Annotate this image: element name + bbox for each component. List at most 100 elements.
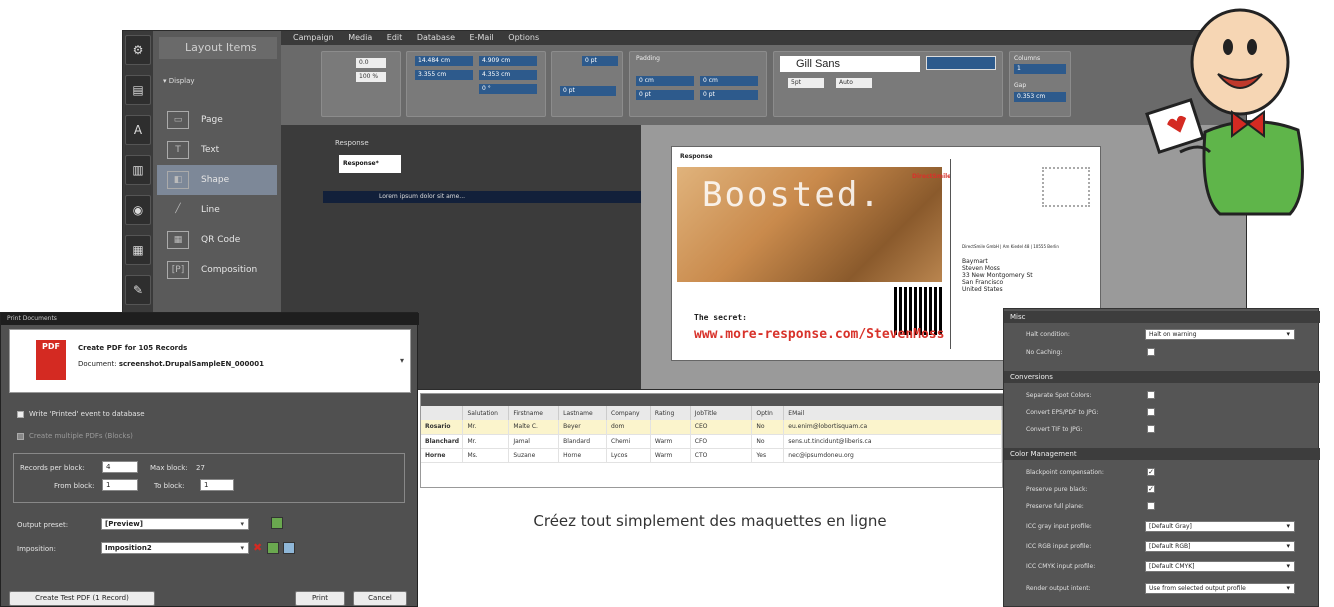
full-planes-label: Preserve full plane: [1026, 503, 1084, 510]
bpc-checkbox[interactable]: ✓ [1147, 468, 1155, 476]
media-tab[interactable]: ▤ [125, 75, 151, 105]
eps-pdf-checkbox[interactable] [1147, 408, 1155, 416]
tree-response-node[interactable]: Response* [339, 155, 401, 173]
rgb-profile-select[interactable]: [Default RGB] [1145, 541, 1295, 552]
card-brand: DirectSmile [912, 173, 952, 180]
chevron-down-icon[interactable]: ▾ [400, 356, 404, 365]
data-tab[interactable]: ▥ [125, 155, 151, 185]
gray-profile-select[interactable]: [Default Gray] [1145, 521, 1295, 532]
output-preset-select[interactable]: [Preview] [101, 518, 249, 530]
export-tab[interactable]: ▦ [125, 235, 151, 265]
table-row[interactable]: Blanchard Mr. Jamal Blandard Chemi Warm CFO No s… [421, 434, 1002, 449]
cancel-button[interactable]: Cancel [353, 591, 407, 606]
height-field[interactable]: 4.353 cm [479, 70, 537, 80]
layout-tab[interactable]: ⚙ [125, 35, 151, 65]
columns-select[interactable]: 1 [1014, 64, 1066, 74]
table-cell: Jamal [508, 434, 560, 449]
stroke-pos-field[interactable]: 0 pt [560, 86, 616, 96]
menu-edit[interactable]: Edit [387, 33, 403, 42]
padding-top-field[interactable]: 0 pt [636, 90, 694, 100]
document-selector[interactable]: PDF Create PDF for 105 Records Document:… [9, 329, 411, 393]
tree-selected-row[interactable]: Lorem ipsum dolor sit ame... [323, 191, 641, 203]
width-field[interactable]: 4.909 cm [479, 56, 537, 66]
edit-preset-icon[interactable] [271, 517, 283, 529]
settings-tab[interactable]: ✎ [125, 275, 151, 305]
bpc-label: Blackpoint compensation: [1026, 469, 1104, 476]
multiple-pdfs-checkbox[interactable] [17, 433, 24, 440]
alignment-buttons[interactable] [926, 56, 996, 70]
to-block-input[interactable]: 1 [200, 479, 234, 491]
write-event-checkbox[interactable] [17, 411, 24, 418]
edit-imposition-icon[interactable] [267, 542, 279, 554]
col-email[interactable]: EMail [783, 406, 1002, 420]
table-cell: No [751, 434, 785, 449]
render-intent-select[interactable]: Use from selected output profile [1145, 583, 1295, 594]
no-caching-checkbox[interactable] [1147, 348, 1155, 356]
tree-response-label[interactable]: Response [335, 139, 369, 147]
image-tab[interactable]: ◉ [125, 195, 151, 225]
menu-database[interactable]: Database [417, 33, 455, 42]
font-family-select[interactable]: Gill Sans [780, 56, 920, 72]
pure-black-checkbox[interactable]: ✓ [1147, 485, 1155, 493]
layout-item-line[interactable]: ╱ Line [157, 195, 277, 225]
table-cell: Horne [421, 448, 464, 463]
spot-colors-checkbox[interactable] [1147, 391, 1155, 399]
col-optin[interactable]: OptIn [751, 406, 785, 420]
document-value: screenshot.DrupalSampleEN_000001 [118, 360, 265, 368]
delete-icon[interactable]: ✖ [253, 542, 262, 553]
menu-media[interactable]: Media [348, 33, 372, 42]
col-rating[interactable]: Rating [650, 406, 691, 420]
menu-options[interactable]: Options [508, 33, 539, 42]
zoom-field[interactable]: 0.0 [356, 58, 386, 68]
font-size-field[interactable]: 5pt [788, 78, 824, 88]
table-header-row: Salutation Firstname Lastname Company Ra… [421, 406, 1002, 420]
full-planes-checkbox[interactable] [1147, 502, 1155, 510]
caption-text: Créez tout simplement des maquettes en l… [533, 512, 887, 530]
col-company[interactable]: Company [606, 406, 651, 420]
layout-item-qr-code[interactable]: ▦ QR Code [157, 225, 277, 255]
col-lastname[interactable]: Lastname [558, 406, 608, 420]
zoom-group: 0.0 100 % [321, 51, 401, 117]
zoom-percent-field[interactable]: 100 % [356, 72, 386, 82]
menu-campaign[interactable]: Campaign [293, 33, 334, 42]
tif-jpg-checkbox[interactable] [1147, 425, 1155, 433]
output-settings-panel: Misc Halt condition: Halt on warning No … [1003, 308, 1320, 607]
gap-field[interactable]: 0.353 cm [1014, 92, 1066, 102]
padding-bottom-field[interactable]: 0 pt [700, 90, 758, 100]
rotation-field[interactable]: 0 ° [479, 84, 537, 94]
imposition-select[interactable]: Imposition2 [101, 542, 249, 554]
pure-black-label: Preserve pure black: [1026, 486, 1088, 493]
address-line: 33 New Montgomery St [962, 272, 1033, 279]
layout-item-text[interactable]: T Text [157, 135, 277, 165]
records-per-block-label: Records per block: [20, 464, 85, 472]
col-name[interactable] [421, 406, 464, 420]
layout-item-composition[interactable]: [P] Composition [157, 255, 277, 285]
halt-label: Halt condition: [1026, 331, 1070, 338]
print-button[interactable]: Print [295, 591, 345, 606]
spot-colors-label: Separate Spot Colors: [1026, 392, 1092, 399]
cmyk-profile-select[interactable]: [Default CMYK] [1145, 561, 1295, 572]
text-tab[interactable]: A [125, 115, 151, 145]
table-row[interactable]: Horne Ms. Suzane Horne Lycos Warm CTO Yes nec@ip… [421, 448, 1002, 463]
menu-email[interactable]: E-Mail [470, 33, 494, 42]
preview-imposition-icon[interactable] [283, 542, 295, 554]
layout-item-page[interactable]: ▭ Page [157, 105, 277, 135]
col-firstname[interactable]: Firstname [508, 406, 560, 420]
y-field[interactable]: 3.355 cm [415, 70, 473, 80]
table-row[interactable]: Rosario Mr. Malte C. Beyer dom CEO No eu.enim@l… [421, 420, 1002, 435]
x-field[interactable]: 14.484 cm [415, 56, 473, 66]
halt-select[interactable]: Halt on warning [1145, 329, 1295, 340]
from-block-input[interactable]: 1 [102, 479, 138, 491]
col-jobtitle[interactable]: JobTitle [690, 406, 753, 420]
create-test-pdf-button[interactable]: Create Test PDF (1 Record) [9, 591, 155, 606]
col-salutation[interactable]: Salutation [462, 406, 510, 420]
records-per-block-input[interactable]: 4 [102, 461, 138, 473]
leading-field[interactable]: Auto [836, 78, 872, 88]
stroke-field[interactable]: 0 pt [582, 56, 618, 66]
card-heading: Response [680, 153, 713, 160]
padding-left-field[interactable]: 0 cm [636, 76, 694, 86]
table-cell: No [751, 420, 785, 435]
layout-item-shape[interactable]: ◧ Shape [157, 165, 277, 195]
padding-right-field[interactable]: 0 cm [700, 76, 758, 86]
write-event-label: Write 'Printed' event to database [29, 410, 145, 418]
